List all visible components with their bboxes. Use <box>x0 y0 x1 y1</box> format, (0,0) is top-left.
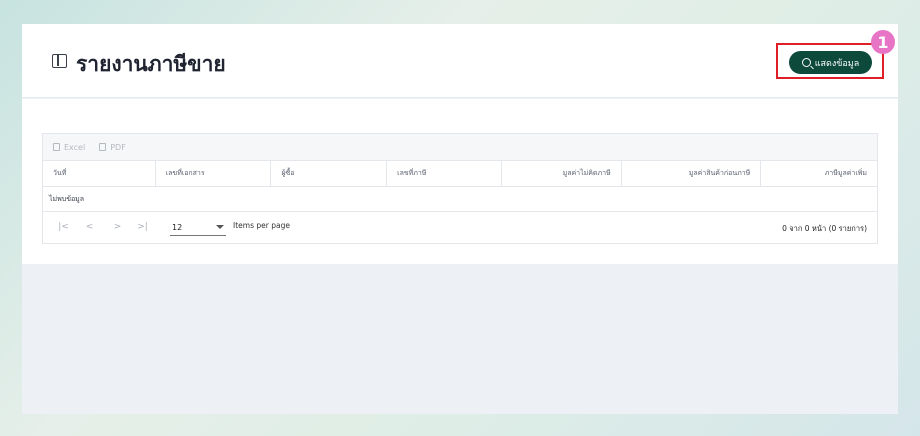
report-content: Excel PDF วันที่ เลขที่เอกสาร ผู้ซื้อ เล… <box>22 99 898 264</box>
table-header-row: วันที่ เลขที่เอกสาร ผู้ซื้อ เลขที่ภาษี ม… <box>43 161 877 187</box>
column-header-date[interactable]: วันที่ <box>43 161 156 186</box>
column-header-non-taxable[interactable]: มูลค่าไม่คิดภาษี <box>502 161 622 186</box>
column-header-doc-no[interactable]: เลขที่เอกสาร <box>156 161 272 186</box>
column-header-buyer[interactable]: ผู้ซื้อ <box>271 161 388 186</box>
highlight-box <box>776 43 884 79</box>
export-pdf-label: PDF <box>110 142 126 152</box>
export-excel-label: Excel <box>64 142 86 152</box>
app-window: รายงานภาษีขาย แสดงข้อมูล 1 Excel PDF วัน… <box>22 24 898 414</box>
page-size-value: 12 <box>172 222 183 232</box>
column-header-vat[interactable]: ภาษีมูลค่าเพิ่ม <box>761 161 877 186</box>
file-icon <box>99 143 107 151</box>
file-icon <box>53 143 60 151</box>
export-toolbar: Excel PDF <box>43 134 877 161</box>
sidebar-panel-icon[interactable] <box>52 54 67 68</box>
page-title: รายงานภาษีขาย <box>76 52 226 76</box>
export-pdf-button[interactable]: PDF <box>99 143 126 152</box>
chevron-down-icon <box>216 225 224 229</box>
page-size-select[interactable]: 12 <box>170 219 226 236</box>
pagination-summary: 0 จาก 0 หน้า (0 รายการ) <box>782 224 867 233</box>
export-excel-button[interactable]: Excel <box>53 143 85 152</box>
last-page-button[interactable]: >| <box>136 222 149 232</box>
empty-message: ไม่พบข้อมูล <box>43 187 877 212</box>
step-badge: 1 <box>871 30 895 54</box>
first-page-button[interactable]: |< <box>57 222 70 232</box>
next-page-button[interactable]: > <box>111 222 124 232</box>
page-header: รายงานภาษีขาย แสดงข้อมูล 1 <box>22 24 898 98</box>
items-per-page-label: Items per page <box>233 221 290 230</box>
report-table: Excel PDF วันที่ เลขที่เอกสาร ผู้ซื้อ เล… <box>42 133 878 244</box>
pagination-bar: |< < > >| 12 Items per page 0 จาก 0 หน้า… <box>43 212 877 243</box>
column-header-tax-id[interactable]: เลขที่ภาษี <box>387 161 502 186</box>
prev-page-button[interactable]: < <box>83 222 96 232</box>
column-header-pre-tax-value[interactable]: มูลค่าสินค้าก่อนภาษี <box>622 161 762 186</box>
